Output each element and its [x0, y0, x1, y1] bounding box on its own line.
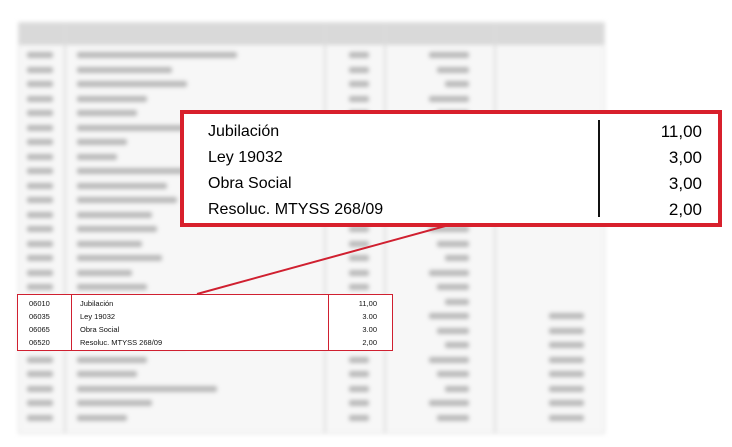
callout-row: Resoluc. MTYSS 268/09 2,00	[184, 197, 718, 223]
callout-row: Jubilación 11,00	[184, 119, 718, 145]
callout-concept: Ley 19032	[208, 149, 283, 166]
connector-line	[196, 221, 461, 295]
detail-strip: 06010 Jubilación 11,00 06035 Ley 19032 3…	[17, 294, 393, 351]
callout-value: 11,00	[660, 122, 702, 141]
callout-concept: Resoluc. MTYSS 268/09	[208, 201, 384, 218]
detail-code: 06010	[29, 299, 50, 308]
callout-row: Ley 19032 3,00	[184, 145, 718, 171]
detail-row: 06010 Jubilación 11,00	[18, 297, 392, 310]
callout-value: 3,00	[668, 148, 702, 167]
callout-row: Obra Social 3,00	[184, 171, 718, 197]
callout-value: 2,00	[668, 200, 702, 219]
magnified-callout: Jubilación 11,00 Ley 19032 3,00 Obra Soc…	[180, 110, 722, 227]
callout-value: 3,00	[668, 174, 702, 193]
detail-row: 06065 Obra Social 3.00	[18, 323, 392, 336]
callout-concept: Obra Social	[208, 175, 292, 192]
callout-concept: Jubilación	[208, 123, 280, 140]
detail-value: 3.00	[362, 312, 377, 321]
detail-concept: Jubilación	[80, 299, 114, 308]
detail-concept: Resoluc. MTYSS 268/09	[80, 338, 163, 347]
detail-code: 06520	[29, 338, 50, 347]
detail-row: 06035 Ley 19032 3.00	[18, 310, 392, 323]
detail-code: 06065	[29, 325, 50, 334]
detail-code: 06035	[29, 312, 50, 321]
detail-value: 11,00	[358, 299, 377, 308]
detail-value: 2,00	[362, 338, 377, 347]
detail-concept: Obra Social	[80, 325, 120, 334]
detail-concept: Ley 19032	[80, 312, 116, 321]
detail-row: 06520 Resoluc. MTYSS 268/09 2,00	[18, 336, 392, 349]
detail-value: 3.00	[362, 325, 377, 334]
